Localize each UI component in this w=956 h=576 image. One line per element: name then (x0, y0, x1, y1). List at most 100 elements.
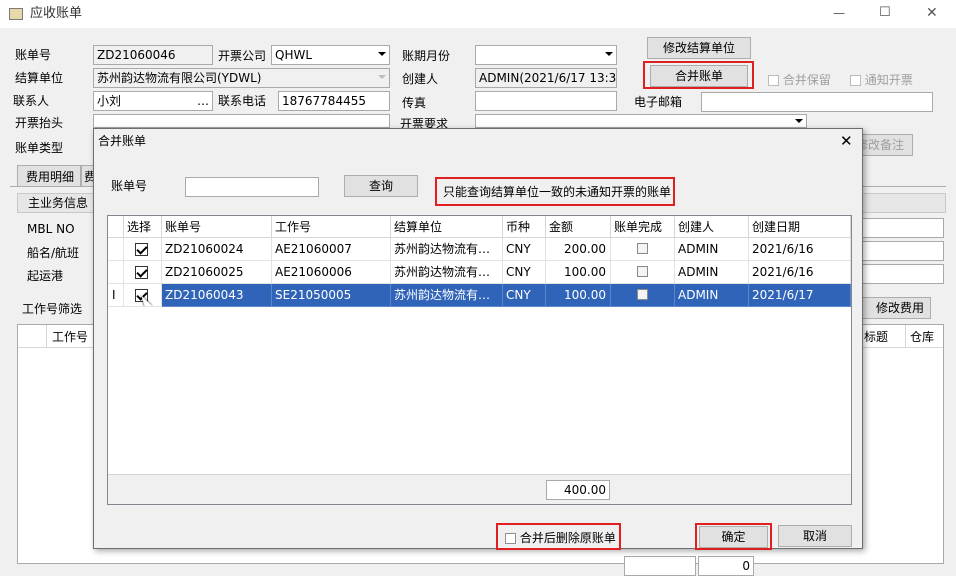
main-business-header: 主业务信息 (17, 193, 95, 213)
creator-cell: ADMIN (675, 284, 749, 307)
dialog-bill-no-input[interactable] (185, 177, 319, 197)
notice-text: 只能查询结算单位一致的未通知开票的账单 (443, 185, 672, 199)
dialog-close-icon[interactable]: ✕ (840, 132, 853, 150)
col-header-select[interactable]: 选择 (124, 216, 162, 238)
date-cell: 2021/6/16 (749, 238, 851, 261)
period-select[interactable] (475, 45, 617, 65)
lower-col-job: 工作号 (52, 330, 89, 344)
col-header-settle-unit[interactable]: 结算单位 (391, 216, 503, 238)
title-bar: 应收账单 — ☐ ✕ (0, 0, 956, 28)
vessel-field-right[interactable] (862, 241, 944, 261)
job-no-cell: AE21060007 (272, 238, 391, 261)
row-header (108, 261, 124, 284)
bill-no-label: 账单号 (15, 48, 52, 62)
total-amount-cell: 400.00 (546, 480, 610, 500)
mbl-no-field-right[interactable] (862, 218, 944, 238)
row-header: I (108, 284, 124, 307)
settle-unit-select[interactable]: 苏州韵达物流有限公司(YDWL) (93, 68, 390, 88)
footer-total-value: 0 (742, 559, 750, 573)
col-header-created-date[interactable]: 创建日期 (749, 216, 851, 238)
amount-cell: 200.00 (546, 238, 611, 261)
notify-invoice-text: 通知开票 (864, 73, 913, 87)
bill-no-cell: ZD21060043 (162, 284, 272, 307)
bill-no-cell: ZD21060024 (162, 238, 272, 261)
select-cell[interactable] (124, 261, 162, 284)
bill-no-cell: ZD21060025 (162, 261, 272, 284)
phone-field[interactable]: 18767784455 (278, 91, 390, 111)
col-header-currency[interactable]: 币种 (503, 216, 546, 238)
cancel-button[interactable]: 取消 (778, 525, 852, 547)
ok-button[interactable]: 确定 (699, 526, 768, 548)
currency-cell: CNY (503, 261, 546, 284)
lower-col-warehouse: 仓库 (910, 330, 935, 344)
fax-field[interactable] (475, 91, 617, 111)
main-business-header-right (862, 193, 946, 213)
delete-original-checkbox[interactable]: 合并后删除原账单 (505, 529, 616, 547)
email-field[interactable] (701, 92, 933, 112)
invoice-company-label: 开票公司 (218, 49, 267, 63)
modify-remark-text: 修改备注 (855, 138, 904, 152)
merge-keep-checkbox[interactable]: 合并保留 (768, 71, 831, 89)
pol-label: 起运港 (27, 269, 64, 283)
currency-cell: CNY (503, 284, 546, 307)
notify-invoice-checkbox[interactable]: 通知开票 (850, 71, 913, 89)
tab-fee-detail-label: 费用明细 (26, 170, 75, 184)
modify-settle-unit-button[interactable]: 修改结算单位 (647, 37, 751, 59)
contact-value: 小刘 (97, 94, 122, 108)
pol-field-right[interactable] (862, 264, 944, 284)
merge-bill-grid[interactable]: 选择 账单号 工作号 结算单位 币种 金额 账单完成 创建人 创建日期 ZD21… (107, 215, 852, 505)
job-no-cell: AE21060006 (272, 261, 391, 284)
vessel-label: 船名/航班 (27, 246, 80, 260)
fax-label: 传真 (402, 96, 427, 110)
select-cell[interactable] (124, 238, 162, 261)
row-cursor-icon: I (112, 288, 116, 302)
merge-bill-dialog: 合并账单 ✕ 账单号 查询 只能查询结算单位一致的未通知开票的账单 选择 账单号… (93, 128, 863, 550)
tab-fee-detail[interactable]: 费用明细 (17, 165, 81, 187)
currency-cell: CNY (503, 238, 546, 261)
invoice-req-select[interactable] (475, 114, 807, 128)
completed-cell (611, 238, 675, 261)
more-icon[interactable]: … (197, 92, 209, 110)
contact-field[interactable]: 小刘 … (93, 91, 213, 111)
col-header-amount[interactable]: 金额 (546, 216, 611, 238)
job-filter-label: 工作号筛选 (22, 302, 83, 316)
main-business-label: 主业务信息 (28, 196, 89, 210)
maximize-icon[interactable]: ☐ (879, 4, 891, 22)
merge-bill-highlight (643, 61, 754, 89)
completed-checkbox (637, 243, 648, 254)
amount-cell: 100.00 (546, 284, 611, 307)
amount-cell: 100.00 (546, 261, 611, 284)
completed-checkbox (637, 289, 648, 300)
app-icon (9, 8, 23, 20)
invoice-req-label: 开票要求 (400, 117, 449, 128)
modify-fee-text: 修改费用 (875, 301, 924, 315)
footer-field-a (624, 556, 696, 576)
bill-no-field[interactable]: ZD21060046 (93, 45, 213, 65)
invoice-company-select[interactable]: QHWL (271, 45, 390, 65)
close-icon[interactable]: ✕ (926, 4, 938, 22)
dropdown-arrow-icon (378, 52, 386, 56)
row-checkbox[interactable] (135, 266, 148, 279)
period-label: 账期月份 (402, 49, 451, 63)
query-button[interactable]: 查询 (344, 175, 418, 197)
creator-label: 创建人 (402, 72, 439, 86)
creator-cell: ADMIN (675, 261, 749, 284)
row-checkbox[interactable] (135, 243, 148, 256)
col-header-completed[interactable]: 账单完成 (611, 216, 675, 238)
mbl-no-label: MBL NO (27, 222, 75, 236)
col-header-bill-no[interactable]: 账单号 (162, 216, 272, 238)
email-label: 电子邮箱 (634, 95, 683, 109)
col-header-job-no[interactable]: 工作号 (272, 216, 391, 238)
settle-unit-cell: 苏州韵达物流有… (391, 238, 503, 261)
col-header-creator[interactable]: 创建人 (675, 216, 749, 238)
lower-grid-col-divider (905, 325, 906, 347)
notice-box: 只能查询结算单位一致的未通知开票的账单 (435, 177, 675, 206)
select-cell[interactable] (124, 284, 162, 307)
creator-field[interactable]: ADMIN(2021/6/17 13:38 (475, 68, 617, 88)
window-title: 应收账单 (30, 6, 83, 21)
minimize-icon[interactable]: — (833, 4, 845, 22)
mouse-pointer-icon (141, 293, 152, 306)
dropdown-arrow-icon (605, 52, 613, 56)
date-cell: 2021/6/16 (749, 261, 851, 284)
invoice-title-field[interactable] (93, 114, 390, 128)
